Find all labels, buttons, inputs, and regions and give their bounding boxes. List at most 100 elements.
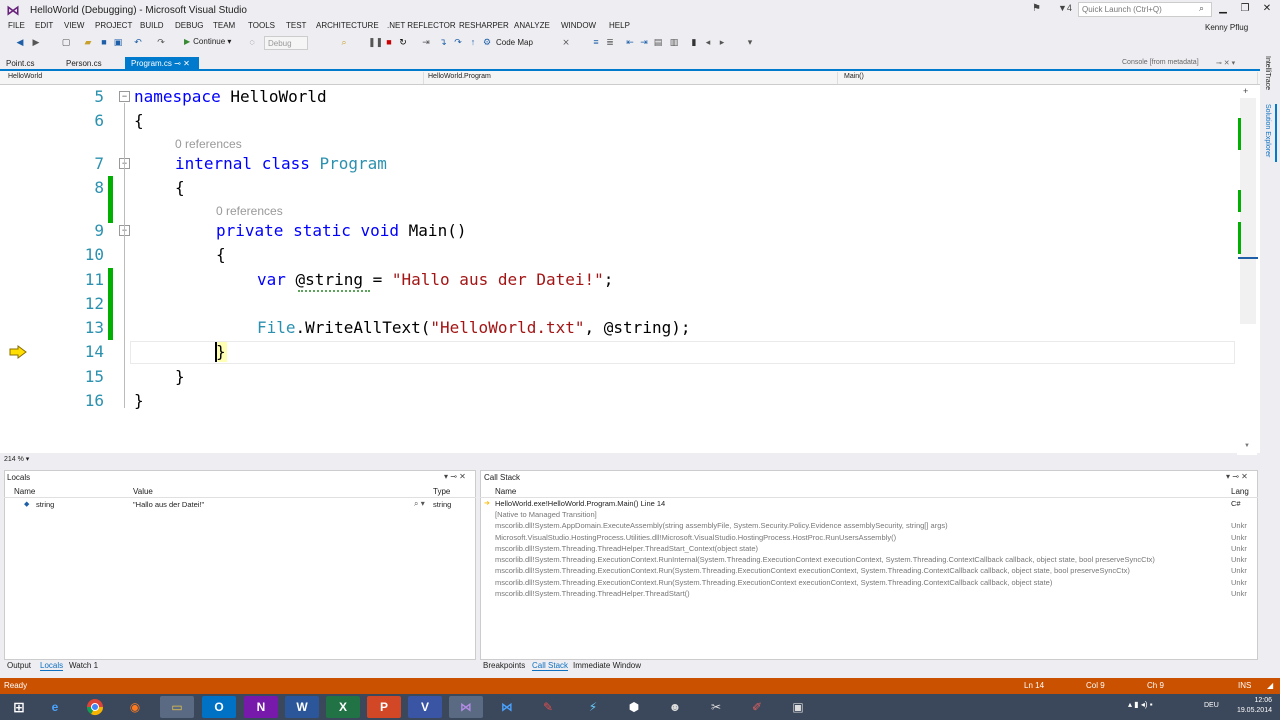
file-explorer-icon[interactable]: ▭	[160, 696, 194, 718]
side-tab-intellitrace[interactable]: IntelliTrace	[1264, 56, 1271, 90]
codelens-references[interactable]: 0 references	[216, 204, 283, 218]
restore-button[interactable]: ❐	[1236, 2, 1254, 16]
menu-edit[interactable]: EDIT	[35, 21, 53, 30]
menu-help[interactable]: HELP	[609, 21, 630, 30]
outlook-icon[interactable]: O	[202, 696, 236, 718]
code-line[interactable]: }	[216, 342, 226, 361]
call-stack-frame[interactable]: mscorlib.dll!System.Threading.ExecutionC…	[495, 566, 1130, 575]
threads-icon[interactable]: ≡	[590, 37, 602, 47]
panel-controls-icon[interactable]: ▾ ⊸ ✕	[1226, 472, 1248, 481]
notification-flag-icon[interactable]: ⚑	[1032, 3, 1041, 14]
local-value[interactable]: "Hallo aus der Datei!"	[133, 500, 204, 509]
lightning-app-icon[interactable]: ⚡	[576, 696, 610, 718]
menu-architecture[interactable]: ARCHITECTURE	[316, 21, 379, 30]
ninja-app-icon[interactable]: ☻	[658, 696, 692, 718]
local-name[interactable]: string	[36, 500, 54, 509]
input-language[interactable]: DEU	[1204, 702, 1219, 709]
clock-time[interactable]: 12:06	[1228, 697, 1272, 704]
tab-immediate-window[interactable]: Immediate Window	[573, 661, 641, 670]
tab-call-stack[interactable]: Call Stack	[532, 661, 569, 671]
horizontal-scrollbar[interactable]	[48, 455, 1258, 463]
code-map-icon[interactable]: ⚙	[481, 37, 493, 48]
code-line[interactable]: {	[134, 111, 144, 130]
close-button[interactable]: ✕	[1258, 2, 1276, 16]
call-stack-frame[interactable]: mscorlib.dll!System.Threading.ThreadHelp…	[495, 589, 690, 598]
tab-point-cs[interactable]: Point.cs	[0, 57, 40, 69]
call-stack-frame[interactable]: mscorlib.dll!System.Threading.ExecutionC…	[495, 555, 1155, 564]
column-header-name[interactable]: Name	[14, 487, 35, 496]
excel-icon[interactable]: X	[326, 696, 360, 718]
continue-button[interactable]: ▶ Continue ▾	[184, 37, 231, 46]
target-icon[interactable]: ◌	[246, 37, 258, 47]
show-next-statement-icon[interactable]: ⇥	[420, 37, 432, 48]
find-icon[interactable]: ⌕	[338, 37, 350, 48]
step-into-icon[interactable]: ↴	[437, 37, 449, 48]
quick-launch-input[interactable]: Quick Launch (Ctrl+Q)	[1078, 2, 1212, 17]
call-stack-frame[interactable]: mscorlib.dll!System.Threading.ThreadHelp…	[495, 544, 758, 553]
member-dropdown[interactable]: Main()	[840, 72, 1258, 84]
visual-studio-2-icon[interactable]: ⋈	[490, 696, 524, 718]
call-stack-frame[interactable]: mscorlib.dll!System.Threading.ExecutionC…	[495, 578, 1052, 587]
menu-project[interactable]: PROJECT	[95, 21, 132, 30]
solution-config-select[interactable]: Debug	[264, 36, 308, 50]
back-icon[interactable]: ◀	[14, 37, 26, 48]
column-header-name[interactable]: Name	[495, 487, 516, 496]
tools-app-icon[interactable]: ✂	[699, 696, 733, 718]
break-all-icon[interactable]: ❚❚	[368, 37, 383, 48]
app-icon[interactable]: ✎	[531, 696, 565, 718]
new-project-icon[interactable]: ▢	[60, 37, 72, 48]
tab-program-cs[interactable]: Program.cs ⊸ ✕	[125, 57, 199, 69]
menu-view[interactable]: VIEW	[64, 21, 84, 30]
undo-icon[interactable]: ↶	[132, 37, 144, 48]
menu-tools[interactable]: TOOLS	[248, 21, 275, 30]
menu-analyze[interactable]: ANALYZE	[514, 21, 550, 30]
code-line[interactable]: {	[175, 178, 185, 197]
toolbar-overflow-icon[interactable]: ▾	[744, 37, 756, 48]
bookmark-icon[interactable]: ▮	[688, 37, 700, 48]
save-icon[interactable]: ■	[98, 37, 110, 47]
menu-test[interactable]: TEST	[286, 21, 306, 30]
call-stack-frame[interactable]: mscorlib.dll!System.AppDomain.ExecuteAss…	[495, 521, 948, 530]
visualizer-search-icon[interactable]: ⌕ ▾	[414, 499, 425, 509]
visual-studio-taskbar-icon[interactable]: ⋈	[449, 696, 483, 718]
code-line[interactable]: }	[175, 367, 185, 386]
code-line[interactable]: var @string = "Hallo aus der Datei!";	[257, 270, 613, 289]
chrome-icon[interactable]	[78, 696, 112, 718]
tab-person-cs[interactable]: Person.cs	[60, 57, 108, 69]
window-app-icon[interactable]: ▣	[781, 696, 815, 718]
menu-file[interactable]: FILE	[8, 21, 25, 30]
user-name[interactable]: Kenny Pflug	[1205, 23, 1248, 32]
tab-overflow-icon[interactable]: ⊸ ✕ ▾	[1216, 59, 1235, 67]
project-dropdown[interactable]: HelloWorld	[4, 72, 424, 84]
powerpoint-icon[interactable]: P	[367, 696, 401, 718]
tab-breakpoints[interactable]: Breakpoints	[483, 661, 525, 670]
menu-window[interactable]: WINDOW	[561, 21, 596, 30]
restart-icon[interactable]: ↻	[397, 37, 409, 48]
save-all-icon[interactable]: ▣	[112, 37, 124, 48]
tray-icons[interactable]: ▴ ▮ ◂) ▪	[1128, 700, 1153, 709]
execution-pointer-icon[interactable]	[9, 345, 27, 359]
column-header-value[interactable]: Value	[133, 487, 153, 496]
code-line[interactable]: File.WriteAllText("HelloWorld.txt", @str…	[257, 318, 690, 337]
split-window-icon[interactable]: +	[1243, 86, 1248, 96]
close-tab-icon[interactable]: ✕	[183, 59, 190, 68]
clock-date[interactable]: 19.05.2014	[1228, 707, 1272, 714]
menu-team[interactable]: TEAM	[213, 21, 235, 30]
preview-tab-console[interactable]: Console [from metadata]	[1122, 59, 1199, 66]
tab-watch-1[interactable]: Watch 1	[69, 661, 98, 670]
call-stack-frame[interactable]: Microsoft.VisualStudio.HostingProcess.Ut…	[495, 533, 896, 542]
panel-controls-icon[interactable]: ▾ ⊸ ✕	[444, 472, 466, 481]
step-out-icon[interactable]: ↑	[467, 37, 479, 47]
collapse-region-icon[interactable]: −	[119, 91, 130, 102]
resize-grip-icon[interactable]: ◢	[1267, 681, 1273, 690]
scroll-down-icon[interactable]: ▼	[1244, 443, 1250, 449]
menu-build[interactable]: BUILD	[140, 21, 164, 30]
uncomment-icon[interactable]: ▥	[668, 37, 680, 48]
format-icon[interactable]: ≣	[604, 37, 616, 48]
forward-icon[interactable]: ▶	[30, 37, 42, 48]
call-stack-frame[interactable]: [Native to Managed Transition]	[495, 510, 597, 519]
outdent-icon[interactable]: ⇥	[638, 37, 650, 48]
menu-debug[interactable]: DEBUG	[175, 21, 203, 30]
code-line[interactable]: private static void Main()	[216, 221, 466, 240]
code-line[interactable]: internal class Program	[175, 154, 387, 173]
